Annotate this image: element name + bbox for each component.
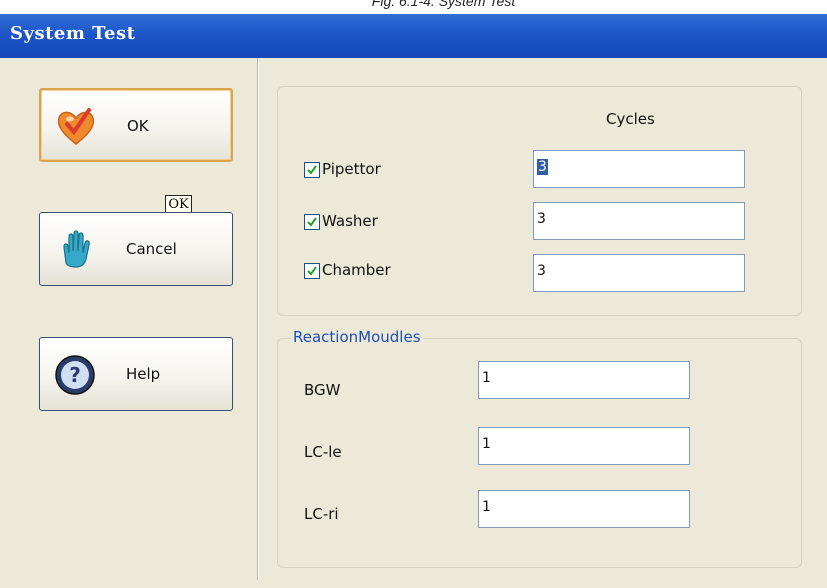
bgw-input[interactable]: 1 — [478, 361, 690, 399]
reaction-modules-legend: ReactionMoudles — [291, 328, 423, 346]
vertical-divider — [257, 58, 259, 580]
question-help-icon: ? — [52, 352, 98, 398]
window-title: System Test — [10, 23, 136, 44]
hand-stop-icon — [52, 227, 98, 273]
bgw-label: BGW — [304, 381, 341, 399]
lc-le-label: LC-le — [304, 443, 342, 461]
lc-ri-label: LC-ri — [304, 505, 339, 523]
ok-button-label: OK — [127, 117, 149, 135]
washer-cycles-input[interactable]: 3 — [533, 202, 745, 240]
chamber-cycles-input[interactable]: 3 — [533, 254, 745, 292]
washer-checkbox[interactable] — [304, 214, 320, 230]
heart-check-icon — [53, 104, 99, 150]
ok-button[interactable]: OK — [39, 88, 233, 162]
washer-label: Washer — [322, 212, 378, 230]
lc-le-input[interactable]: 1 — [478, 427, 690, 465]
pipettor-checkbox[interactable] — [304, 162, 320, 178]
cancel-button-label: Cancel — [126, 240, 177, 258]
pipettor-cycles-input[interactable]: 3 — [533, 150, 745, 188]
checkmark-icon — [307, 165, 317, 175]
help-button-label: Help — [126, 365, 161, 383]
chamber-label: Chamber — [322, 261, 391, 279]
figure-caption: Fig. 6.1-4. System Test — [0, 0, 827, 14]
cancel-button[interactable]: Cancel — [39, 212, 233, 286]
help-button[interactable]: ? Help — [39, 337, 233, 411]
lc-ri-input[interactable]: 1 — [478, 490, 690, 528]
cycles-header: Cycles — [606, 110, 655, 128]
checkmark-icon — [307, 266, 317, 276]
title-bar[interactable]: System Test — [0, 14, 827, 58]
checkmark-icon — [307, 217, 317, 227]
svg-text:?: ? — [69, 363, 81, 387]
chamber-checkbox[interactable] — [304, 263, 320, 279]
pipettor-label: Pipettor — [322, 160, 381, 178]
